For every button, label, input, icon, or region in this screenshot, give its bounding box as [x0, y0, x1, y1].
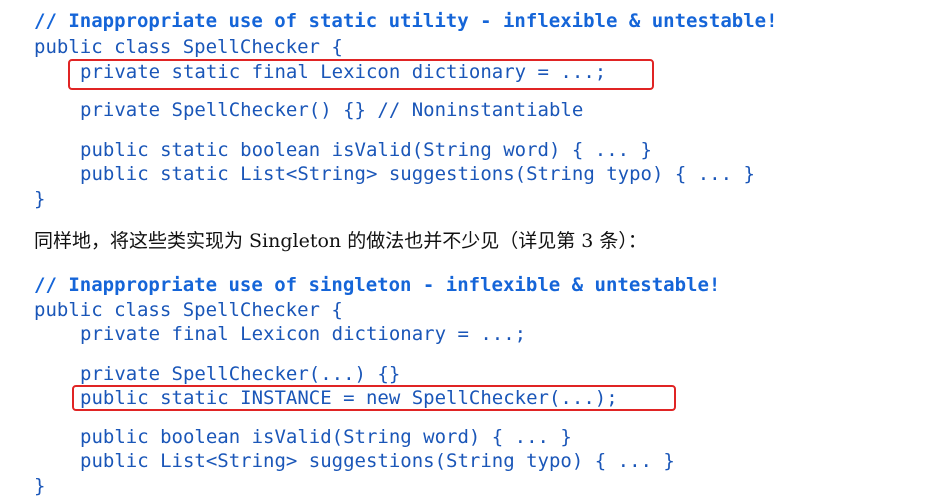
code-suggestions-method: public static List<String> suggestions(S… — [80, 163, 755, 185]
code-private-constructor: private SpellChecker() {} // Noninstanti… — [80, 99, 584, 121]
code-class-declaration: public class SpellChecker { — [34, 36, 343, 58]
highlight-box-static-field — [68, 59, 654, 90]
code-closing-brace: } — [34, 188, 46, 210]
code-closing-brace: } — [34, 475, 46, 497]
highlight-box-instance-field — [72, 385, 676, 411]
code-private-constructor: private SpellChecker(...) {} — [80, 363, 401, 385]
code-comment-static-utility: // Inappropriate use of static utility -… — [34, 10, 778, 32]
code-suggestions-method: public List<String> suggestions(String t… — [80, 450, 675, 472]
code-final-field: private final Lexicon dictionary = ...; — [80, 323, 527, 345]
code-isvalid-method: public static boolean isValid(String wor… — [80, 139, 652, 161]
code-comment-singleton: // Inappropriate use of singleton - infl… — [34, 274, 721, 296]
book-page: // Inappropriate use of static utility -… — [0, 0, 952, 504]
code-class-declaration: public class SpellChecker { — [34, 299, 343, 321]
body-paragraph: 同样地，将这些类实现为 Singleton 的做法也并不少见（详见第 3 条）： — [34, 230, 647, 252]
code-isvalid-method: public boolean isValid(String word) { ..… — [80, 426, 572, 448]
